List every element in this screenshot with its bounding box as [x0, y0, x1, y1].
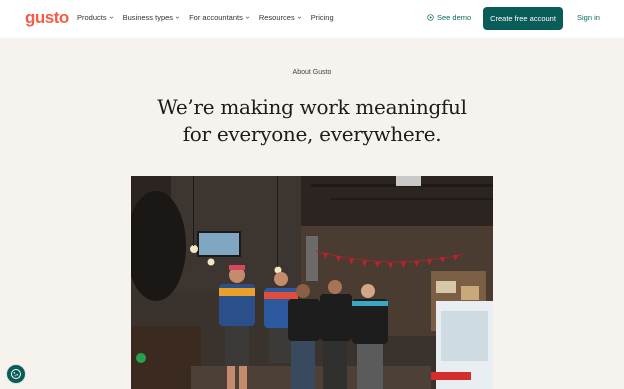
- team-photo-illustration: [131, 176, 493, 389]
- nav-item-resources[interactable]: Resources: [259, 13, 302, 22]
- nav-item-label: For accountants: [189, 13, 243, 22]
- sign-in-link[interactable]: Sign in: [577, 13, 600, 22]
- top-navigation: gusto Products Business types For accoun…: [0, 0, 624, 38]
- nav-item-products[interactable]: Products: [77, 13, 114, 22]
- chevron-down-icon: [297, 16, 301, 19]
- see-demo-label: See demo: [437, 13, 472, 22]
- headline-line-2: for everyone, everywhere.: [182, 122, 442, 146]
- play-circle-icon: [427, 14, 434, 21]
- nav-item-label: Pricing: [310, 13, 334, 22]
- gusto-logo[interactable]: gusto: [25, 8, 69, 28]
- chevron-down-icon: [245, 16, 250, 19]
- chevron-down-icon: [109, 16, 113, 19]
- chevron-down-icon: [175, 16, 180, 19]
- nav-links: Products Business types For accountants …: [77, 13, 343, 22]
- nav-item-business-types[interactable]: Business types: [123, 13, 180, 22]
- see-demo-link[interactable]: See demo: [427, 13, 471, 22]
- nav-item-label: Business types: [122, 13, 174, 22]
- nav-item-label: Resources: [258, 13, 295, 22]
- headline-line-1: We’re making work meaningful: [157, 95, 467, 119]
- section-eyebrow: About Gusto: [292, 69, 332, 76]
- team-photo: [131, 176, 493, 389]
- cookie-icon: [11, 369, 21, 379]
- cookie-preferences-button[interactable]: [6, 364, 26, 384]
- nav-item-label: Products: [77, 13, 107, 22]
- create-account-button[interactable]: Create free account: [483, 7, 563, 30]
- page-headline: We’re making work meaningful for everyon…: [0, 94, 624, 148]
- nav-item-pricing[interactable]: Pricing: [311, 13, 334, 22]
- nav-item-for-accountants[interactable]: For accountants: [189, 13, 250, 22]
